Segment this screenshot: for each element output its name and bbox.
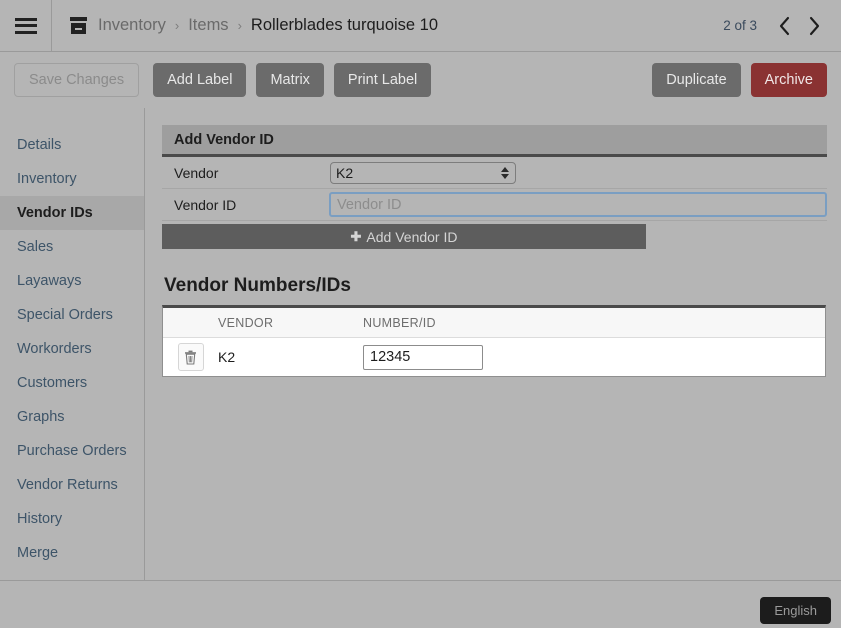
chevron-right-icon xyxy=(809,16,819,35)
vendor-select[interactable]: K2 xyxy=(330,161,516,184)
breadcrumb-current-item: Rollerblades turquoise 10 xyxy=(250,16,439,34)
vendor-id-form-row: Vendor ID xyxy=(162,189,827,221)
body-area: Details Inventory Vendor IDs Sales Layaw… xyxy=(0,108,841,580)
vendor-number-input[interactable] xyxy=(363,344,483,370)
vendor-form-row: Vendor K2 xyxy=(162,157,827,189)
vendor-numbers-table: VENDOR NUMBER/ID K2 12345 xyxy=(162,305,826,377)
footer-bar: English xyxy=(0,580,841,628)
breadcrumb-separator: › xyxy=(174,18,180,33)
sidebar-item-customers[interactable]: Customers xyxy=(0,366,144,400)
sidebar-item-label: Details xyxy=(17,137,62,153)
content-area: Add Vendor ID Vendor K2 Vendor ID Vendor… xyxy=(145,108,841,580)
delete-cell xyxy=(163,343,218,371)
cell-number-id xyxy=(359,344,483,370)
top-bar: Inventory › Items › Rollerblades turquoi… xyxy=(0,0,841,52)
table-row: K2 xyxy=(163,338,825,376)
sidebar-item-vendor-returns[interactable]: Vendor Returns xyxy=(0,468,144,502)
archive-box-icon xyxy=(70,17,87,34)
breadcrumb-item-inventory[interactable]: Inventory xyxy=(98,16,166,35)
sidebar-item-label: Inventory xyxy=(17,171,77,187)
record-pager: 2 of 3 xyxy=(723,0,827,51)
sidebar-item-label: Merge xyxy=(17,545,59,561)
menu-toggle-button[interactable] xyxy=(0,0,52,51)
add-vendor-id-button-label: Add Vendor ID xyxy=(366,228,458,245)
cell-vendor: K2 xyxy=(218,349,236,365)
sidebar-item-merge[interactable]: Merge xyxy=(0,536,144,570)
column-header-vendor: VENDOR xyxy=(218,315,274,330)
next-record-button[interactable] xyxy=(801,11,827,41)
sidebar-item-history[interactable]: History xyxy=(0,502,144,536)
pager-position-label: 2 of 3 xyxy=(723,18,757,33)
breadcrumb: Inventory › Items › Rollerblades turquoi… xyxy=(52,0,438,51)
sidebar-item-inventory[interactable]: Inventory xyxy=(0,162,144,196)
sidebar-nav: Details Inventory Vendor IDs Sales Layaw… xyxy=(0,108,145,580)
panel-title: Add Vendor ID xyxy=(162,125,827,157)
sidebar-item-label: Purchase Orders xyxy=(17,443,127,459)
language-badge[interactable]: English xyxy=(760,597,831,624)
sidebar-item-purchase-orders[interactable]: Purchase Orders xyxy=(0,434,144,468)
duplicate-button[interactable]: Duplicate xyxy=(652,63,741,97)
sidebar-item-label: Graphs xyxy=(17,409,65,425)
sidebar-item-label: Sales xyxy=(17,239,54,255)
sidebar-item-label: History xyxy=(17,511,63,527)
sidebar-item-layaways[interactable]: Layaways xyxy=(0,264,144,298)
matrix-button[interactable]: Matrix xyxy=(256,63,324,97)
sidebar-item-sales[interactable]: Sales xyxy=(0,230,144,264)
app-window: Inventory › Items › Rollerblades turquoi… xyxy=(0,0,841,628)
save-changes-button[interactable]: Save Changes xyxy=(14,63,140,97)
sidebar-item-label: Customers xyxy=(17,375,88,391)
vendor-id-input[interactable] xyxy=(329,192,827,217)
sidebar-item-label: Special Orders xyxy=(17,307,113,323)
sidebar-item-graphs[interactable]: Graphs xyxy=(0,400,144,434)
vendor-numbers-section-title: Vendor Numbers/IDs xyxy=(164,275,351,296)
sidebar-item-vendor-ids[interactable]: Vendor IDs xyxy=(0,196,144,230)
chevron-left-icon xyxy=(779,16,789,35)
sidebar-item-label: Workorders xyxy=(17,341,92,357)
trash-icon xyxy=(185,350,196,365)
breadcrumb-separator: › xyxy=(237,18,242,33)
sidebar-item-label: Vendor Returns xyxy=(17,477,118,493)
column-header-number-id: NUMBER/ID xyxy=(363,315,436,330)
sidebar-item-special-orders[interactable]: Special Orders xyxy=(0,298,144,332)
table-header-row: VENDOR NUMBER/ID xyxy=(163,308,825,338)
archive-button[interactable]: Archive xyxy=(750,63,827,97)
add-label-button[interactable]: Add Label xyxy=(153,63,247,97)
breadcrumb-item-items[interactable]: Items xyxy=(188,16,228,35)
add-vendor-id-button[interactable]: ✚ Add Vendor ID xyxy=(162,224,646,249)
hamburger-icon xyxy=(14,17,37,34)
print-label-button[interactable]: Print Label xyxy=(333,63,432,97)
vendor-id-field-label: Vendor ID xyxy=(174,196,237,213)
delete-row-button[interactable] xyxy=(177,343,204,371)
vendor-field-label: Vendor xyxy=(174,164,219,181)
previous-record-button[interactable] xyxy=(771,11,797,41)
sidebar-item-label: Vendor IDs xyxy=(17,205,93,221)
sidebar-item-details[interactable]: Details xyxy=(0,128,144,162)
sidebar-item-workorders[interactable]: Workorders xyxy=(0,332,144,366)
sidebar-item-label: Layaways xyxy=(17,273,82,289)
plus-icon: ✚ xyxy=(350,228,362,244)
add-vendor-id-panel: Add Vendor ID Vendor K2 Vendor ID Vendor… xyxy=(162,125,827,249)
action-toolbar: Save Changes Add Label Matrix Print Labe… xyxy=(0,52,841,108)
